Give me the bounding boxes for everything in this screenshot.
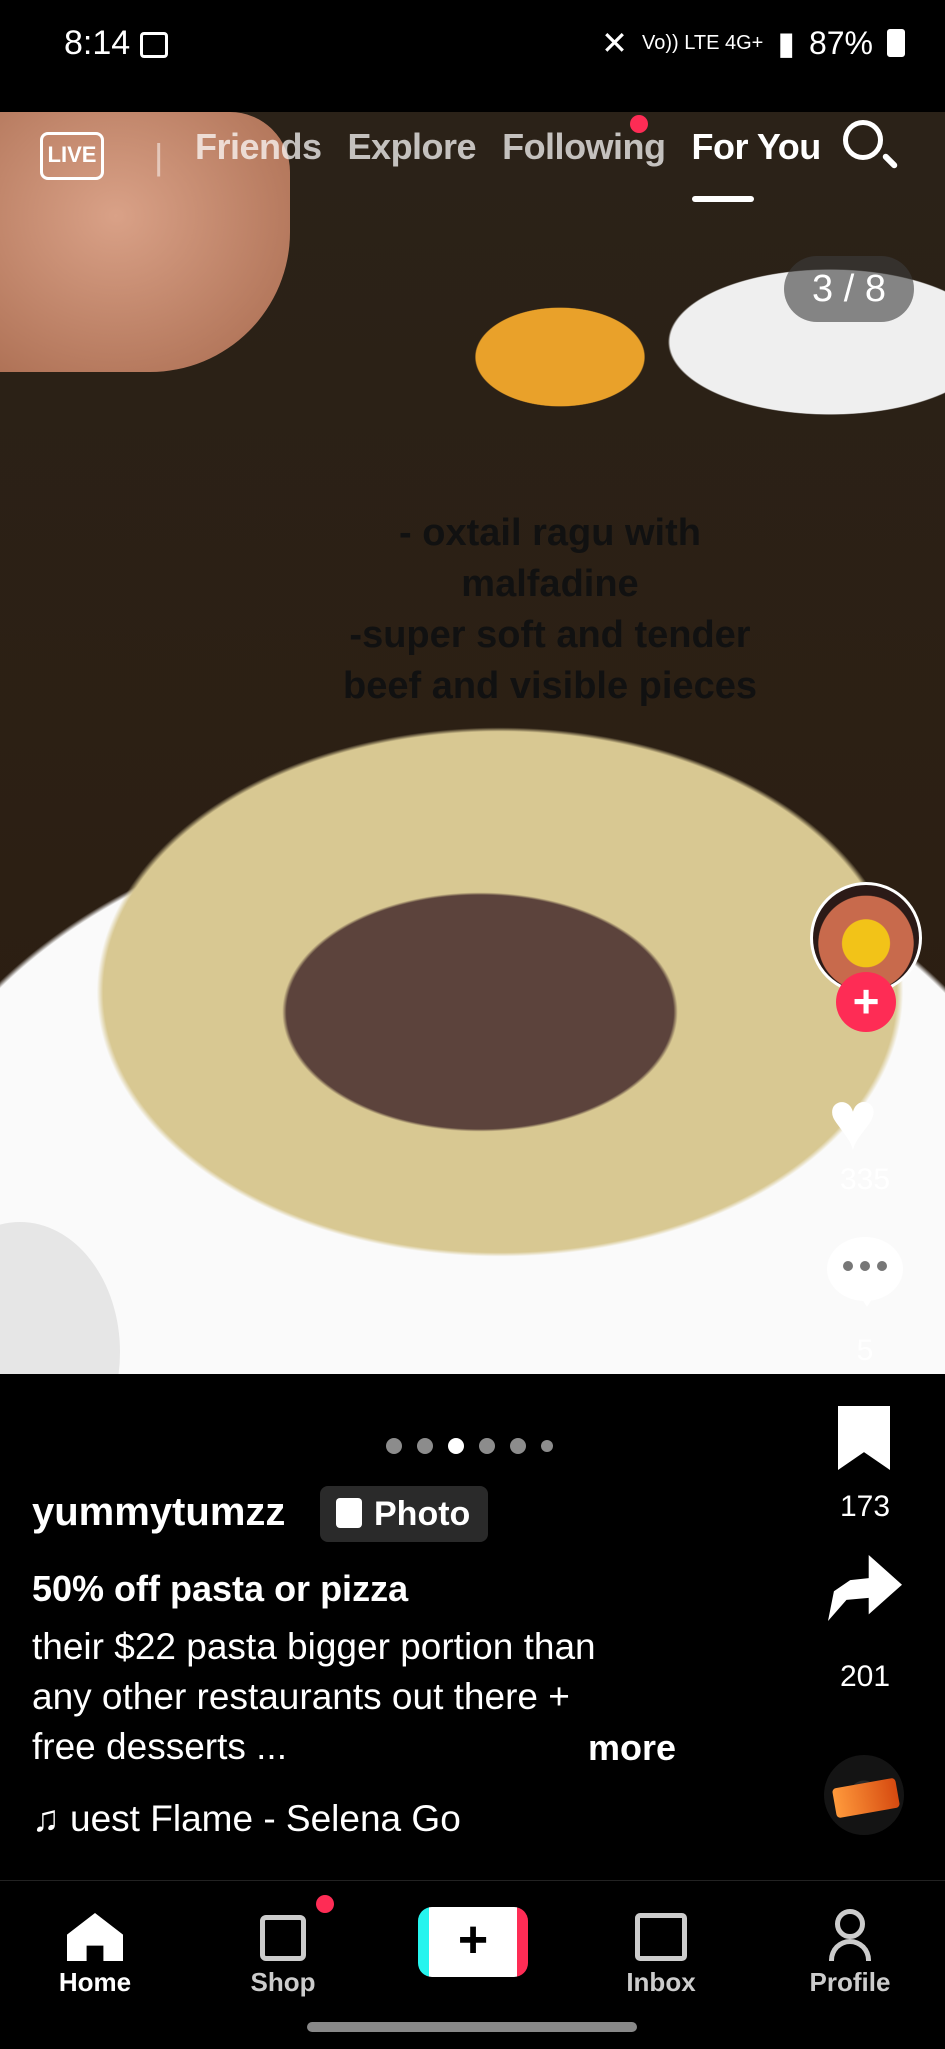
photo-badge-label: Photo <box>374 1495 471 1533</box>
caption-line: malfadine <box>461 563 639 605</box>
status-time: 8:14 <box>64 24 131 62</box>
signal-text: Vo)) LTE 4G+ <box>641 31 764 54</box>
feed-tabs: Friends Explore Following For You <box>195 126 821 168</box>
more-link[interactable]: more <box>588 1727 676 1769</box>
tab-explore[interactable]: Explore <box>348 126 477 168</box>
battery-text: 87% <box>808 24 873 61</box>
search-icon[interactable] <box>843 120 883 160</box>
share-icon[interactable] <box>828 1555 902 1621</box>
shop-bag-icon <box>260 1915 306 1961</box>
description-line: their $22 pasta bigger portion than <box>32 1626 596 1667</box>
nav-home[interactable]: Home <box>20 1899 170 1998</box>
post-description[interactable]: their $22 pasta bigger portion than any … <box>32 1622 682 1772</box>
caption-line: - oxtail ragu with <box>399 512 701 554</box>
gallery-icon <box>140 32 168 58</box>
bookmark-icon[interactable] <box>838 1406 890 1470</box>
page-dot <box>479 1438 495 1454</box>
tab-friends[interactable]: Friends <box>195 126 322 168</box>
share-count: 201 <box>839 1660 891 1693</box>
music-disc-icon[interactable] <box>824 1755 904 1835</box>
like-heart-icon[interactable]: ♥ <box>828 1078 878 1162</box>
page-dot <box>541 1440 553 1452</box>
battery-icon <box>887 29 905 57</box>
follow-plus-button[interactable]: + <box>836 972 896 1032</box>
music-ticker[interactable]: ♫ uest Flame - Selena Go <box>32 1798 461 1840</box>
side-plate <box>0 1222 120 1374</box>
create-plus-button[interactable]: + <box>418 1907 528 1977</box>
inbox-icon <box>635 1913 687 1961</box>
page-dot-active <box>448 1438 464 1454</box>
nav-home-label: Home <box>58 1967 132 1997</box>
nav-profile-label: Profile <box>809 1967 891 1997</box>
post-title: 50% off pasta or pizza <box>32 1568 409 1609</box>
slide-counter: 3 / 8 <box>784 256 914 322</box>
nav-shop-label: Shop <box>250 1967 316 1997</box>
caption-line: -super soft and tender <box>349 614 751 656</box>
save-count: 173 <box>839 1490 891 1523</box>
mute-icon: ✕ <box>601 25 628 61</box>
live-button[interactable]: LIVE <box>40 132 104 180</box>
page-dot <box>386 1438 402 1454</box>
nav-shop[interactable]: Shop <box>208 1899 358 1998</box>
photo-badge: Photo <box>320 1486 489 1542</box>
photo-icon <box>336 1498 362 1528</box>
nav-divider: | <box>154 136 164 177</box>
profile-icon <box>829 1909 871 1961</box>
comment-count: 5 <box>856 1334 874 1367</box>
nav-inbox[interactable]: Inbox <box>586 1899 736 1998</box>
following-notification-dot <box>630 115 648 133</box>
username[interactable]: yummytumzz <box>32 1490 285 1535</box>
like-count: 335 <box>839 1163 891 1196</box>
photo-caption: - oxtail ragu with malfadine -super soft… <box>0 508 945 712</box>
caption-line: beef and visible pieces <box>343 665 757 707</box>
home-icon <box>67 1913 123 1961</box>
slide-indicator <box>386 1438 553 1454</box>
description-line: free desserts ... <box>32 1726 287 1767</box>
comment-icon[interactable] <box>827 1237 903 1307</box>
nav-profile[interactable]: Profile <box>775 1899 925 1998</box>
status-bar: 8:14 ✕ Vo)) LTE 4G+ ▮ 87% <box>0 0 945 112</box>
description-line: any other restaurants out there + <box>32 1676 570 1717</box>
status-right: ✕ Vo)) LTE 4G+ ▮ 87% <box>601 24 905 62</box>
active-tab-underline <box>692 196 754 202</box>
top-navigation: LIVE | Friends Explore Following For You <box>0 112 945 222</box>
nav-inbox-label: Inbox <box>626 1967 696 1997</box>
tab-for-you[interactable]: For You <box>692 126 822 168</box>
nav-create[interactable]: + <box>398 1899 548 1985</box>
page-dot <box>417 1438 433 1454</box>
signal-bars-icon: ▮ <box>777 25 795 61</box>
shop-notification-dot <box>316 1895 334 1913</box>
page-dot <box>510 1438 526 1454</box>
gesture-bar[interactable] <box>307 2022 637 2032</box>
